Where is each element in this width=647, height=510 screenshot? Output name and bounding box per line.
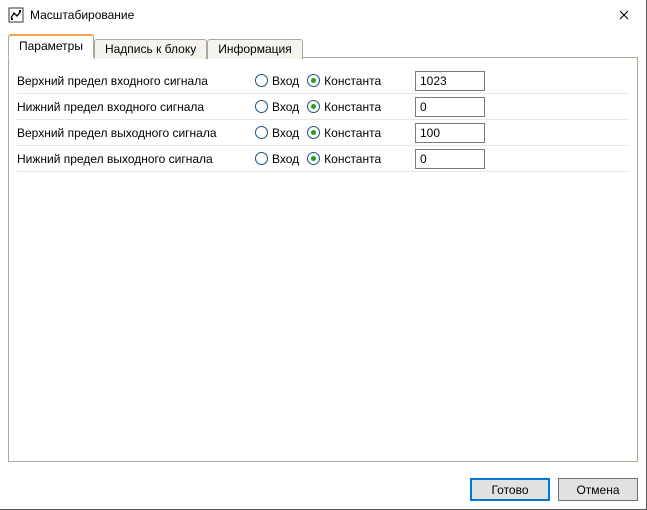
value-input[interactable] — [415, 149, 485, 169]
cancel-button[interactable]: Отмена — [558, 478, 638, 501]
titlebar: Масштабирование — [0, 0, 646, 30]
radio-label: Вход — [272, 126, 299, 140]
radio-constant[interactable]: Константа — [307, 126, 381, 140]
tab-block-label[interactable]: Надпись к блоку — [94, 39, 207, 59]
param-label: Нижний предел входного сигнала — [17, 100, 255, 114]
value-input[interactable] — [415, 97, 485, 117]
content-frame: Параметры Надпись к блоку Информация Вер… — [8, 34, 638, 462]
tab-label: Информация — [218, 42, 291, 56]
radio-constant[interactable]: Константа — [307, 74, 381, 88]
radio-icon — [307, 126, 320, 139]
app-icon — [8, 7, 24, 23]
radio-group: Вход Константа — [255, 100, 415, 114]
param-label: Нижний предел выходного сигнала — [17, 152, 255, 166]
param-row-input-upper: Верхний предел входного сигнала Вход Кон… — [17, 68, 629, 94]
tab-panel: Верхний предел входного сигнала Вход Кон… — [8, 57, 638, 462]
radio-icon — [255, 74, 268, 87]
param-row-output-lower: Нижний предел выходного сигнала Вход Кон… — [17, 146, 629, 172]
radio-icon — [255, 100, 268, 113]
radio-group: Вход Константа — [255, 74, 415, 88]
radio-label: Вход — [272, 152, 299, 166]
tab-parameters[interactable]: Параметры — [8, 34, 94, 58]
radio-icon — [307, 74, 320, 87]
radio-input[interactable]: Вход — [255, 74, 299, 88]
param-label: Верхний предел выходного сигнала — [17, 126, 255, 140]
radio-label: Вход — [272, 100, 299, 114]
window-title: Масштабирование — [30, 8, 601, 22]
close-icon — [619, 10, 629, 20]
ok-button[interactable]: Готово — [470, 478, 550, 501]
radio-icon — [255, 152, 268, 165]
tab-label: Надпись к блоку — [105, 42, 196, 56]
radio-label: Константа — [324, 100, 381, 114]
radio-label: Константа — [324, 126, 381, 140]
button-row: Готово Отмена — [0, 470, 646, 509]
tab-label: Параметры — [19, 39, 83, 53]
close-button[interactable] — [601, 0, 646, 30]
value-input[interactable] — [415, 123, 485, 143]
radio-icon — [255, 126, 268, 139]
radio-input[interactable]: Вход — [255, 152, 299, 166]
radio-group: Вход Константа — [255, 126, 415, 140]
button-label: Отмена — [576, 483, 619, 497]
radio-label: Константа — [324, 74, 381, 88]
tab-information[interactable]: Информация — [207, 39, 302, 59]
radio-label: Вход — [272, 74, 299, 88]
param-label: Верхний предел входного сигнала — [17, 74, 255, 88]
radio-group: Вход Константа — [255, 152, 415, 166]
value-input[interactable] — [415, 71, 485, 91]
radio-constant[interactable]: Константа — [307, 100, 381, 114]
radio-input[interactable]: Вход — [255, 126, 299, 140]
radio-icon — [307, 152, 320, 165]
radio-input[interactable]: Вход — [255, 100, 299, 114]
tab-row: Параметры Надпись к блоку Информация — [8, 34, 638, 57]
param-row-output-upper: Верхний предел выходного сигнала Вход Ко… — [17, 120, 629, 146]
dialog-window: Масштабирование Параметры Надпись к блок… — [0, 0, 647, 510]
radio-label: Константа — [324, 152, 381, 166]
radio-constant[interactable]: Константа — [307, 152, 381, 166]
radio-icon — [307, 100, 320, 113]
button-label: Готово — [491, 483, 528, 497]
param-row-input-lower: Нижний предел входного сигнала Вход Конс… — [17, 94, 629, 120]
